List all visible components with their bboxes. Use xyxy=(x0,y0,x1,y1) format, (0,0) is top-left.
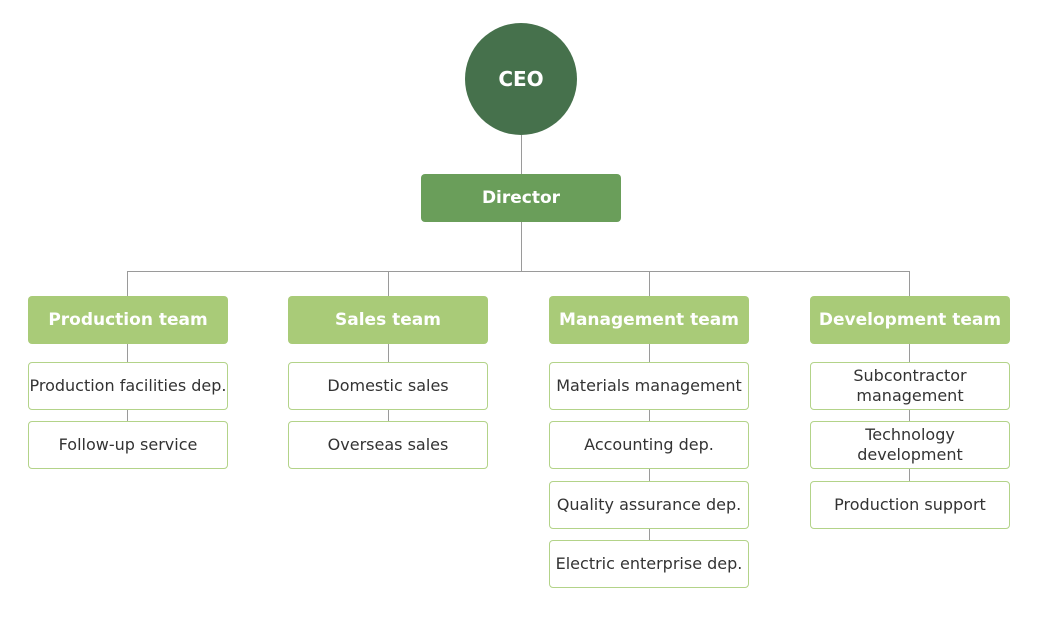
team-development: Development team xyxy=(810,296,1010,344)
connector-development-team xyxy=(909,271,910,296)
dept-subcontractor-management: Subcontractor management xyxy=(810,362,1010,410)
dept-quality-assurance: Quality assurance dep. xyxy=(549,481,749,529)
connector-ceo-director xyxy=(521,135,522,174)
director-node: Director xyxy=(421,174,621,222)
dept-domestic-sales: Domestic sales xyxy=(288,362,488,410)
connector-management-team xyxy=(649,271,650,296)
team-production: Production team xyxy=(28,296,228,344)
dept-overseas-sales: Overseas sales xyxy=(288,421,488,469)
ceo-node: CEO xyxy=(465,23,577,135)
dept-technology-development: Technology development xyxy=(810,421,1010,469)
connector-sales-team xyxy=(388,271,389,296)
connector-team-bus xyxy=(127,271,910,272)
dept-production-facilities: Production facilities dep. xyxy=(28,362,228,410)
dept-materials-management: Materials management xyxy=(549,362,749,410)
dept-accounting: Accounting dep. xyxy=(549,421,749,469)
connector-director-bus xyxy=(521,222,522,271)
dept-production-support: Production support xyxy=(810,481,1010,529)
dept-electric-enterprise: Electric enterprise dep. xyxy=(549,540,749,588)
connector-production-team xyxy=(127,271,128,296)
team-sales: Sales team xyxy=(288,296,488,344)
team-management: Management team xyxy=(549,296,749,344)
dept-follow-up-service: Follow-up service xyxy=(28,421,228,469)
